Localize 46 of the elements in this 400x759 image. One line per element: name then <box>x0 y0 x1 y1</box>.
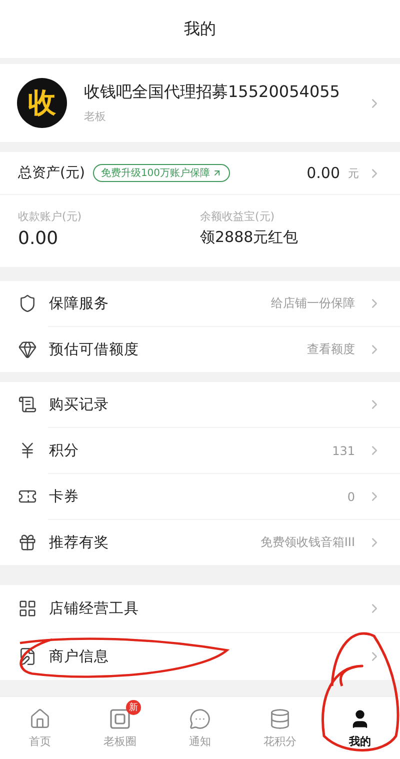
grid-icon <box>18 599 37 618</box>
menu-label: 卡券 <box>49 488 80 506</box>
arrow-icon <box>212 168 222 178</box>
avatar-logo: 收 <box>17 78 67 128</box>
menu-label: 店铺经营工具 <box>49 600 140 618</box>
chat-icon <box>189 708 211 730</box>
menu-label: 保障服务 <box>49 294 110 313</box>
gift-icon <box>18 533 37 552</box>
promo-tag[interactable]: 免费升级100万账户保障 <box>92 164 230 182</box>
menu-label: 商户信息 <box>49 648 110 666</box>
menu-row[interactable]: 卡券 0 <box>0 474 400 519</box>
account-label: 收款账户(元) <box>18 209 83 224</box>
account-value[interactable]: 领2888元红包 <box>200 228 382 247</box>
menu-row[interactable]: 预估可借额度 查看额度 <box>0 327 400 372</box>
menu-value: 查看额度 <box>307 341 355 358</box>
merchant-name: 收钱吧全国代理招募15520054055 <box>84 82 341 103</box>
menu-row[interactable]: 店铺经营工具 <box>0 585 400 632</box>
menu-row[interactable]: 商户信息 <box>0 633 400 680</box>
document-edit-icon <box>18 647 37 666</box>
role-label: 老板 <box>84 109 107 124</box>
menu-label: 推荐有奖 <box>49 534 110 552</box>
receipt-icon <box>18 395 37 414</box>
menu-row[interactable]: 购买记录 <box>0 382 400 427</box>
square-icon <box>109 708 131 730</box>
menu-label: 购买记录 <box>49 396 110 414</box>
page-title: 我的 <box>184 18 216 40</box>
menu-row[interactable]: 保障服务 给店铺一份保障 <box>0 281 400 326</box>
coins-stack-icon <box>269 708 291 730</box>
shield-icon <box>18 294 37 313</box>
tab-item[interactable]: 新 老板圈 <box>80 697 160 759</box>
menu-row[interactable]: 推荐有奖 免费领收钱音箱III <box>0 520 400 565</box>
menu-value: 给店铺一份保障 <box>271 295 355 312</box>
menu-label: 积分 <box>49 442 80 460</box>
home-icon <box>29 708 51 730</box>
menu-label: 预估可借额度 <box>49 340 140 359</box>
menu-value: 0 <box>347 490 355 504</box>
total-assets-label: 总资产(元) <box>18 164 85 182</box>
new-badge: 新 <box>126 700 141 715</box>
menu-value: 免费领收钱音箱III <box>260 534 355 551</box>
menu-row[interactable]: 积分 131 <box>0 428 400 473</box>
tab-item[interactable]: 我的 <box>320 697 400 759</box>
account-value[interactable]: 0.00 <box>18 228 200 249</box>
account-label: 余额收益宝(元) <box>200 209 276 224</box>
menu-value: 131 <box>332 444 355 458</box>
total-assets-amount: 0.00 <box>306 164 340 182</box>
currency-unit: 元 <box>348 166 359 180</box>
